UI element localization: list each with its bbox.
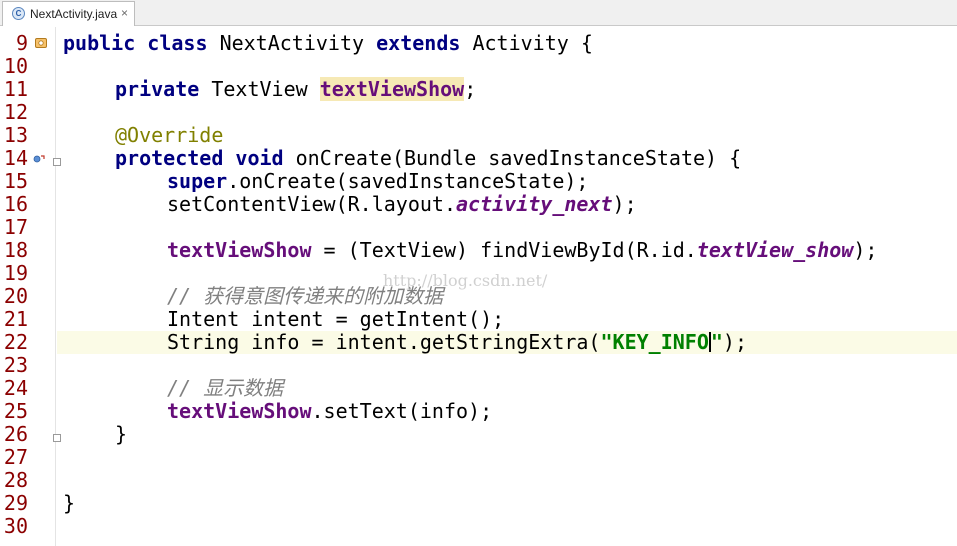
tab-label: NextActivity.java (30, 7, 118, 21)
code-text: } (63, 491, 76, 515)
keyword: protected (115, 146, 224, 170)
annotation: @Override (115, 123, 224, 147)
code-text: Activity { (472, 31, 593, 55)
code-text: ); (722, 330, 747, 354)
line-number: 11 (3, 77, 28, 101)
string-literal: "KEY_INFO (600, 330, 709, 354)
code-text: String info = intent.getStringExtra( (167, 330, 601, 354)
code-line-25: textViewShow.setText(info); (167, 400, 492, 423)
resource-constant: activity_next (455, 192, 613, 216)
keyword: class (147, 31, 208, 55)
code-text: = (TextView) findViewById(R.id. (311, 238, 697, 262)
tab-nextactivity-java[interactable]: C NextActivity.java × (2, 1, 135, 26)
code-text: ; (464, 77, 477, 101)
line-number: 13 (3, 123, 28, 147)
line-number: 12 (3, 100, 28, 124)
code-line-13: @Override (115, 124, 223, 147)
line-number: 29 (3, 491, 28, 515)
code-text: onCreate(Bundle savedInstanceState) { (295, 146, 742, 170)
fold-toggle-icon[interactable] (53, 434, 61, 442)
code-line-21: Intent intent = getIntent(); (167, 308, 504, 331)
watermark: http://blog.csdn.net/ (383, 271, 548, 290)
line-number: 30 (3, 514, 28, 538)
line-number: 18 (3, 238, 28, 262)
line-number: 19 (3, 261, 28, 285)
code-text: } (115, 422, 128, 446)
fold-toggle-icon[interactable] (53, 158, 61, 166)
code-line-24: // 显示数据 (167, 377, 283, 400)
field-name: textViewShow (319, 77, 465, 101)
line-number: 22 (3, 330, 28, 354)
java-class-icon: C (12, 7, 25, 20)
keyword: super (167, 169, 228, 193)
code-text: ); (853, 238, 878, 262)
line-number: 24 (3, 376, 28, 400)
resource-constant: textView_show (696, 238, 854, 262)
field-name: textViewShow (167, 238, 312, 262)
string-literal-end: " (710, 330, 723, 354)
line-number: 16 (3, 192, 28, 216)
line-number: 14 (3, 146, 28, 170)
keyword: private (115, 77, 200, 101)
code-line-18: textViewShow = (TextView) findViewById(R… (167, 239, 877, 262)
code-comment: // 显示数据 (167, 376, 284, 400)
line-number: 15 (3, 169, 28, 193)
code-line-9: public class NextActivity extends Activi… (63, 32, 593, 55)
close-icon[interactable]: × (121, 6, 128, 20)
code-text: setContentView(R.layout. (167, 192, 456, 216)
line-number: 23 (3, 353, 28, 377)
line-number-gutter: 9 10 11 12 13 14 15 16 17 18 19 20 21 22… (0, 27, 61, 546)
keyword: void (235, 146, 284, 170)
code-line-15: super.onCreate(savedInstanceState); (167, 170, 588, 193)
code-line-26: } (115, 423, 127, 446)
code-text: .onCreate(savedInstanceState); (227, 169, 589, 193)
line-number: 9 (15, 31, 28, 55)
code-line-14: protected void onCreate(Bundle savedInst… (115, 147, 741, 170)
code-line-29: } (63, 492, 75, 515)
code-line-11: private TextView textViewShow; (115, 77, 477, 101)
line-number: 21 (3, 307, 28, 331)
field-name: textViewShow (167, 399, 312, 423)
line-number: 10 (3, 54, 28, 78)
class-name: NextActivity (219, 31, 365, 55)
class-override-icon[interactable] (35, 38, 47, 48)
editor-tab-bar: C NextActivity.java × (0, 0, 957, 26)
line-number: 27 (3, 445, 28, 469)
code-text: .setText(info); (311, 399, 493, 423)
override-method-icon[interactable] (33, 154, 45, 164)
code-line-16: setContentView(R.layout.activity_next); (167, 193, 637, 216)
type-name: TextView (211, 77, 308, 101)
code-text: Intent intent = getIntent(); (167, 307, 505, 331)
code-line-22: String info = intent.getStringExtra("KEY… (167, 331, 747, 354)
keyword: public (63, 31, 136, 55)
line-number: 26 (3, 422, 28, 446)
line-number: 25 (3, 399, 28, 423)
line-number: 28 (3, 468, 28, 492)
line-number: 20 (3, 284, 28, 308)
line-number: 17 (3, 215, 28, 239)
keyword: extends (376, 31, 461, 55)
code-text: ); (612, 192, 637, 216)
